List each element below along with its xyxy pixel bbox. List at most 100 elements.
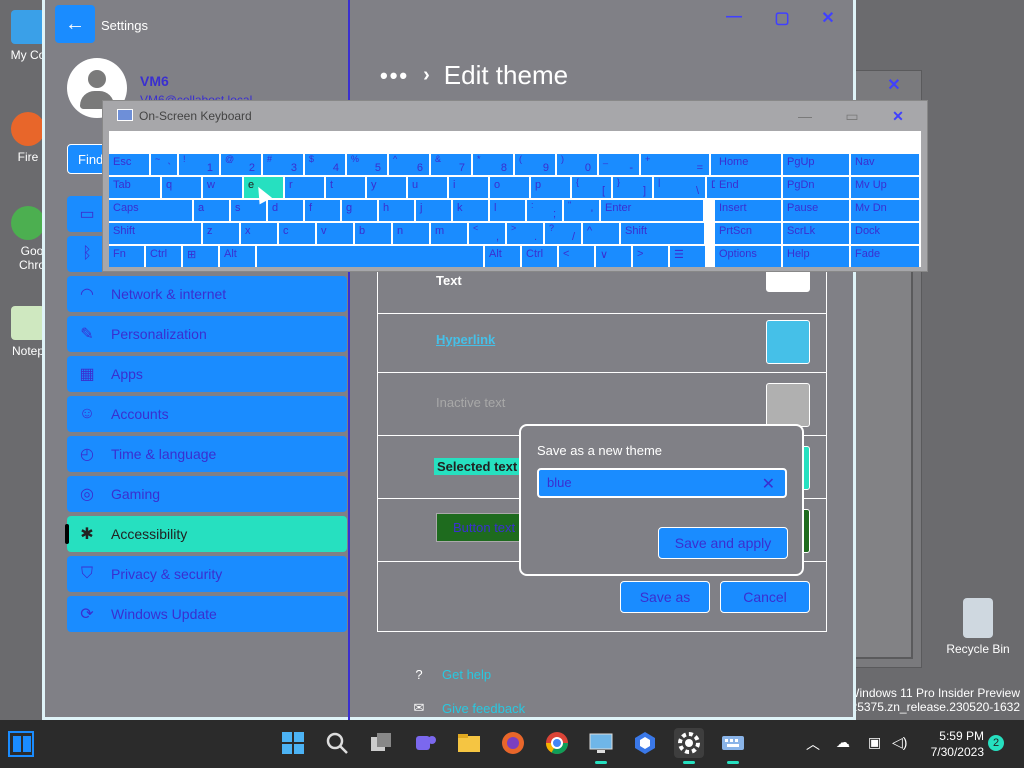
osk-key[interactable]: Enter (601, 200, 703, 221)
sidebar-item-gaming[interactable]: ◎ Gaming (67, 476, 347, 512)
start-button[interactable] (278, 728, 308, 758)
osk-key[interactable]: Alt (485, 246, 520, 267)
osk-key[interactable]: x (241, 223, 277, 244)
osk-key[interactable]: p (531, 177, 570, 198)
osk-key[interactable]: h (379, 200, 414, 221)
osk-key[interactable]: w (203, 177, 242, 198)
osk-key[interactable]: Ctrl (522, 246, 557, 267)
osk-key[interactable]: Ctrl (146, 246, 181, 267)
osk-key[interactable]: d (268, 200, 303, 221)
osk-key[interactable]: ? / (545, 223, 581, 244)
osk-key[interactable]: (9 (515, 154, 555, 175)
osk-key[interactable]: t (326, 177, 365, 198)
chrome-button[interactable] (542, 728, 572, 758)
remote-desktop-button[interactable] (586, 728, 616, 764)
osk-key[interactable]: >. (507, 223, 543, 244)
osk-key[interactable]: a (194, 200, 229, 221)
osk-key[interactable]: k (453, 200, 488, 221)
osk-key[interactable]: ~ ` (151, 154, 177, 175)
osk-nav-key[interactable]: Insert (715, 200, 781, 221)
osk-key[interactable]: Tab (109, 177, 160, 198)
osk-key[interactable]: y (367, 177, 406, 198)
osk-key[interactable]: > (633, 246, 668, 267)
osk-key[interactable]: q (162, 177, 201, 198)
osk-nav-key[interactable]: Home (715, 154, 781, 175)
osk-minimize-button[interactable]: — (787, 105, 823, 127)
osk-key[interactable]: ^ 6 (389, 154, 429, 175)
give-feedback-link[interactable]: ✉ Give feedback (410, 700, 526, 716)
save-as-button[interactable]: Save as (620, 581, 710, 613)
osk-key[interactable]: ∨ (596, 246, 631, 267)
osk-nav-key[interactable]: Dock (851, 223, 919, 244)
osk-nav-key[interactable]: PgUp (783, 154, 849, 175)
osk-key[interactable]: Caps (109, 200, 192, 221)
osk-key[interactable]: u (408, 177, 447, 198)
osk-key[interactable]: <, (469, 223, 505, 244)
osk-key[interactable]: | \ (654, 177, 705, 198)
sidebar-item-accounts[interactable]: ☺ Accounts (67, 396, 347, 432)
osk-nav-key[interactable]: ScrLk (783, 223, 849, 244)
osk-key[interactable]: Esc (109, 154, 149, 175)
osk-key[interactable]: m (431, 223, 467, 244)
firefox-button[interactable] (498, 728, 528, 758)
osk-key[interactable]: $4 (305, 154, 345, 175)
teams-button[interactable] (410, 728, 440, 758)
sidebar-item-windows-update[interactable]: ⟳ Windows Update (67, 596, 347, 632)
osk-key[interactable]: l (490, 200, 525, 221)
osk-nav-key[interactable]: Mv Dn (851, 200, 919, 221)
osk-key[interactable]: Shift (621, 223, 704, 244)
search-button[interactable] (322, 728, 352, 758)
notification-badge[interactable]: 2 (988, 735, 1004, 751)
osk-key[interactable]: z (203, 223, 239, 244)
osk-nav-key[interactable]: Options (715, 246, 781, 267)
sidebar-item-time-language[interactable]: ◴ Time & language (67, 436, 347, 472)
osk-key[interactable]: {[ (572, 177, 611, 198)
osk-key[interactable]: Alt (220, 246, 255, 267)
osk-key[interactable]: #3 (263, 154, 303, 175)
osk-key[interactable]: ! 1 (179, 154, 219, 175)
osk-key[interactable]: @2 (221, 154, 261, 175)
osk-key[interactable] (257, 246, 483, 267)
volume-icon[interactable]: ◁) (892, 734, 907, 751)
theme-name-input[interactable] (547, 475, 747, 490)
osk-key[interactable]: Shift (109, 223, 201, 244)
clear-icon[interactable]: ✕ (762, 474, 775, 494)
background-window-close-icon[interactable]: ✕ (879, 75, 909, 95)
chevron-up-icon[interactable]: ︿ (806, 734, 820, 754)
osk-key[interactable]: v (317, 223, 353, 244)
minimize-button[interactable]: — (719, 8, 749, 28)
osk-nav-key[interactable]: Nav (851, 154, 919, 175)
clock[interactable]: 5:59 PM 7/30/2023 (931, 728, 984, 760)
theme-name-field[interactable]: ✕ (537, 468, 787, 498)
osk-key[interactable]: o (490, 177, 529, 198)
osk-key[interactable]: ⊞ (183, 246, 218, 267)
osk-nav-key[interactable]: Mv Up (851, 177, 919, 198)
osk-nav-key[interactable]: End (715, 177, 781, 198)
osk-key[interactable]: }] (613, 177, 652, 198)
copilot-button[interactable] (630, 728, 660, 758)
sidebar-item-network[interactable]: ◠ Network & internet (67, 276, 347, 312)
osk-key[interactable]: ☰ (670, 246, 705, 267)
close-button[interactable]: ✕ (813, 8, 843, 28)
osk-nav-key[interactable]: PgDn (783, 177, 849, 198)
osk-key[interactable]: ) 0 (557, 154, 597, 175)
settings-app-button[interactable] (674, 728, 704, 764)
get-help-link[interactable]: ? Get help (410, 667, 491, 682)
cloud-off-icon[interactable]: ☁ (836, 734, 850, 751)
osk-key[interactable]: b (355, 223, 391, 244)
osk-key[interactable]: :; (527, 200, 562, 221)
maximize-button[interactable]: ▢ (767, 8, 797, 28)
breadcrumb-more-button[interactable]: ••• (380, 63, 409, 89)
widgets-icon[interactable] (8, 731, 34, 757)
desktop-icon-recycle-bin[interactable]: Recycle Bin (938, 598, 1018, 656)
save-and-apply-button[interactable]: Save and apply (658, 527, 788, 559)
osk-key[interactable]: & 7 (431, 154, 471, 175)
osk-key[interactable]: c (279, 223, 315, 244)
osk-key[interactable]: f (305, 200, 340, 221)
osk-key[interactable]: n (393, 223, 429, 244)
sidebar-item-personalization[interactable]: ✎ Personalization (67, 316, 347, 352)
osk-key[interactable]: r (285, 177, 324, 198)
osk-key[interactable]: Fn (109, 246, 144, 267)
osk-key[interactable]: % 5 (347, 154, 387, 175)
task-view-button[interactable] (366, 728, 396, 758)
